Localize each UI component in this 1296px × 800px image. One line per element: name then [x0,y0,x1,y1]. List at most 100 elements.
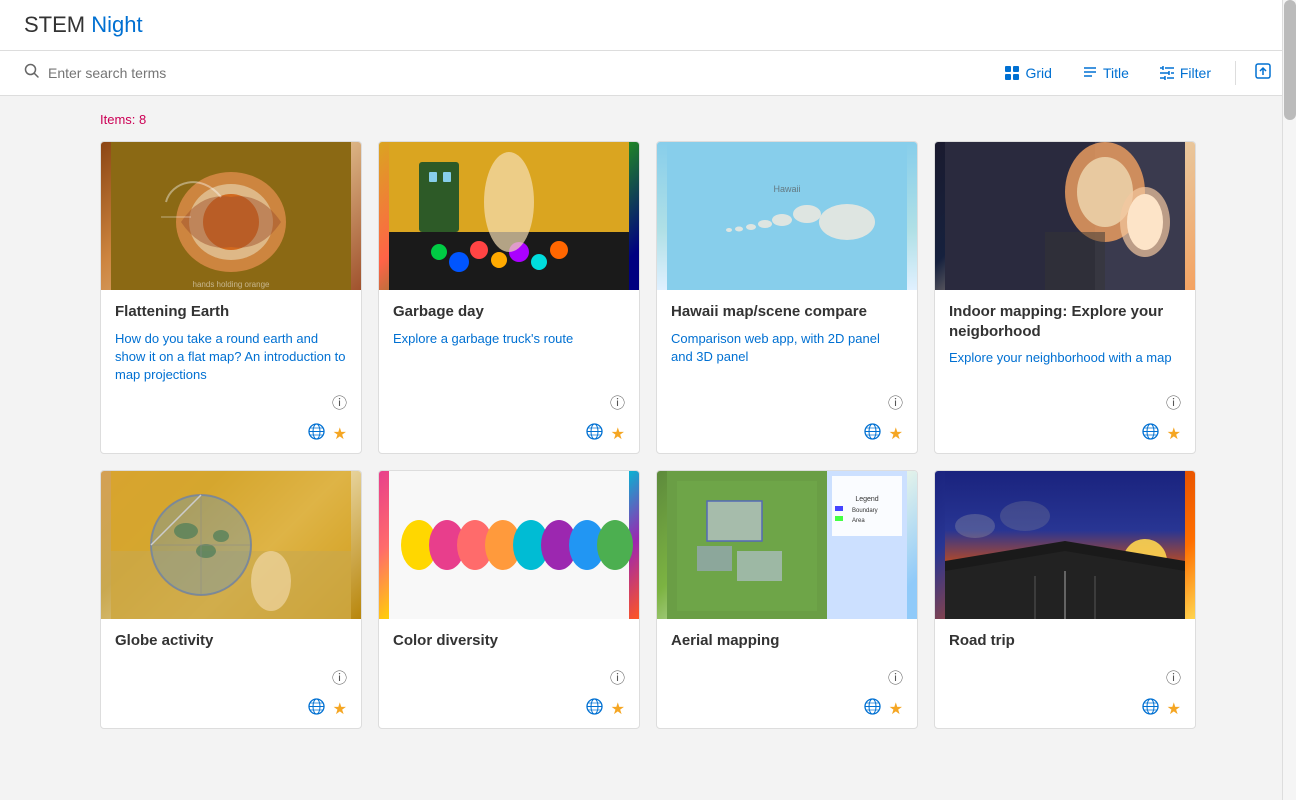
star-icon[interactable]: ★ [889,699,903,719]
scrollbar-thumb[interactable] [1284,0,1296,120]
card-item[interactable]: Legend Boundary Area Aerial mapping ⓘ ★ [656,470,918,729]
card-item[interactable]: hands holding orange Flattening Earth How… [100,141,362,454]
info-icon[interactable]: ⓘ [332,667,347,688]
info-icon[interactable]: ⓘ [610,667,625,688]
globe-icon[interactable] [864,423,881,445]
toolbar-divider [1235,61,1236,85]
search-input[interactable] [48,65,348,81]
card-info-section: ⓘ [657,667,917,692]
card-title: Color diversity [393,631,625,651]
scrollbar-track[interactable] [1282,0,1296,800]
filter-icon [1159,65,1175,81]
card-description: Explore a garbage truck's route [393,330,625,385]
card-item[interactable]: Road trip ⓘ ★ [934,470,1196,729]
card-footer: ★ [935,417,1195,453]
card-thumbnail: Legend Boundary Area [657,471,917,619]
card-thumbnail [935,471,1195,619]
card-body: Color diversity [379,619,639,667]
card-thumbnail [379,142,639,290]
info-icon[interactable]: ⓘ [610,392,625,413]
svg-text:Area: Area [852,518,865,524]
card-title: Globe activity [115,631,347,651]
card-info-section: ⓘ [935,667,1195,692]
globe-icon[interactable] [308,423,325,445]
card-thumbnail: Hawaii [657,142,917,290]
info-icon[interactable]: ⓘ [332,392,347,413]
card-info-section: ⓘ [379,392,639,417]
grid-view-button[interactable]: Grid [998,61,1057,85]
items-count: Items: 8 [100,112,1196,127]
page-title: STEM Night [24,12,143,38]
star-icon[interactable]: ★ [333,424,347,444]
card-title: Flattening Earth [115,302,347,322]
card-footer: ★ [657,692,917,728]
svg-text:Boundary: Boundary [852,508,878,514]
toolbar-actions: Grid Title Filter [998,61,1272,85]
toolbar: Grid Title Filter [0,51,1296,96]
svg-text:hands holding orange: hands holding orange [193,280,271,289]
card-thumbnail [101,471,361,619]
card-info-section: ⓘ [101,392,361,417]
header: STEM Night [0,0,1296,51]
star-icon[interactable]: ★ [1167,424,1181,444]
card-title: Road trip [949,631,1181,651]
card-info-section: ⓘ [657,392,917,417]
card-thumbnail [379,471,639,619]
export-button[interactable] [1254,62,1272,85]
card-description: How do you take a round earth and show i… [115,330,347,385]
grid-icon [1004,65,1020,81]
card-footer: ★ [379,692,639,728]
card-body: Flattening Earth How do you take a round … [101,290,361,392]
card-item[interactable]: Color diversity ⓘ ★ [378,470,640,729]
title-icon [1082,65,1098,81]
svg-text:Legend: Legend [855,496,878,503]
info-icon[interactable]: ⓘ [1166,392,1181,413]
card-body: Hawaii map/scene compare Comparison web a… [657,290,917,392]
card-footer: ★ [379,417,639,453]
globe-icon[interactable] [586,698,603,720]
card-description: Comparison web app, with 2D panel and 3D… [671,330,903,385]
info-icon[interactable]: ⓘ [888,667,903,688]
card-body: Road trip [935,619,1195,667]
card-footer: ★ [101,692,361,728]
grid-container: hands holding orange Flattening Earth How… [100,141,1196,729]
globe-icon[interactable] [864,698,881,720]
card-info-section: ⓘ [379,667,639,692]
card-item[interactable]: Globe activity ⓘ ★ [100,470,362,729]
globe-icon[interactable] [1142,423,1159,445]
search-icon [24,63,40,84]
content-area: Items: 8 hands holding orange Flattening… [0,96,1296,745]
card-info-section: ⓘ [101,667,361,692]
globe-icon[interactable] [586,423,603,445]
star-icon[interactable]: ★ [333,699,347,719]
card-footer: ★ [657,417,917,453]
search-container [24,63,998,84]
card-title: Indoor mapping: Explore your neigborhood [949,302,1181,341]
title-view-button[interactable]: Title [1076,61,1135,85]
card-title: Hawaii map/scene compare [671,302,903,322]
globe-icon[interactable] [1142,698,1159,720]
globe-icon[interactable] [308,698,325,720]
card-thumbnail [935,142,1195,290]
card-item[interactable]: Hawaii Hawaii map/scene compare Compariso… [656,141,918,454]
filter-button[interactable]: Filter [1153,61,1217,85]
card-thumbnail: hands holding orange [101,142,361,290]
card-title: Garbage day [393,302,625,322]
card-body: Garbage day Explore a garbage truck's rou… [379,290,639,392]
card-footer: ★ [101,417,361,453]
card-item[interactable]: Indoor mapping: Explore your neigborhood… [934,141,1196,454]
card-item[interactable]: Garbage day Explore a garbage truck's rou… [378,141,640,454]
card-footer: ★ [935,692,1195,728]
info-icon[interactable]: ⓘ [888,392,903,413]
card-body: Indoor mapping: Explore your neigborhood… [935,290,1195,392]
card-body: Aerial mapping [657,619,917,667]
star-icon[interactable]: ★ [611,699,625,719]
star-icon[interactable]: ★ [611,424,625,444]
svg-text:Hawaii: Hawaii [773,184,800,194]
info-icon[interactable]: ⓘ [1166,667,1181,688]
star-icon[interactable]: ★ [889,424,903,444]
star-icon[interactable]: ★ [1167,699,1181,719]
card-info-section: ⓘ [935,392,1195,417]
card-title: Aerial mapping [671,631,903,651]
card-description: Explore your neighborhood with a map [949,349,1181,384]
